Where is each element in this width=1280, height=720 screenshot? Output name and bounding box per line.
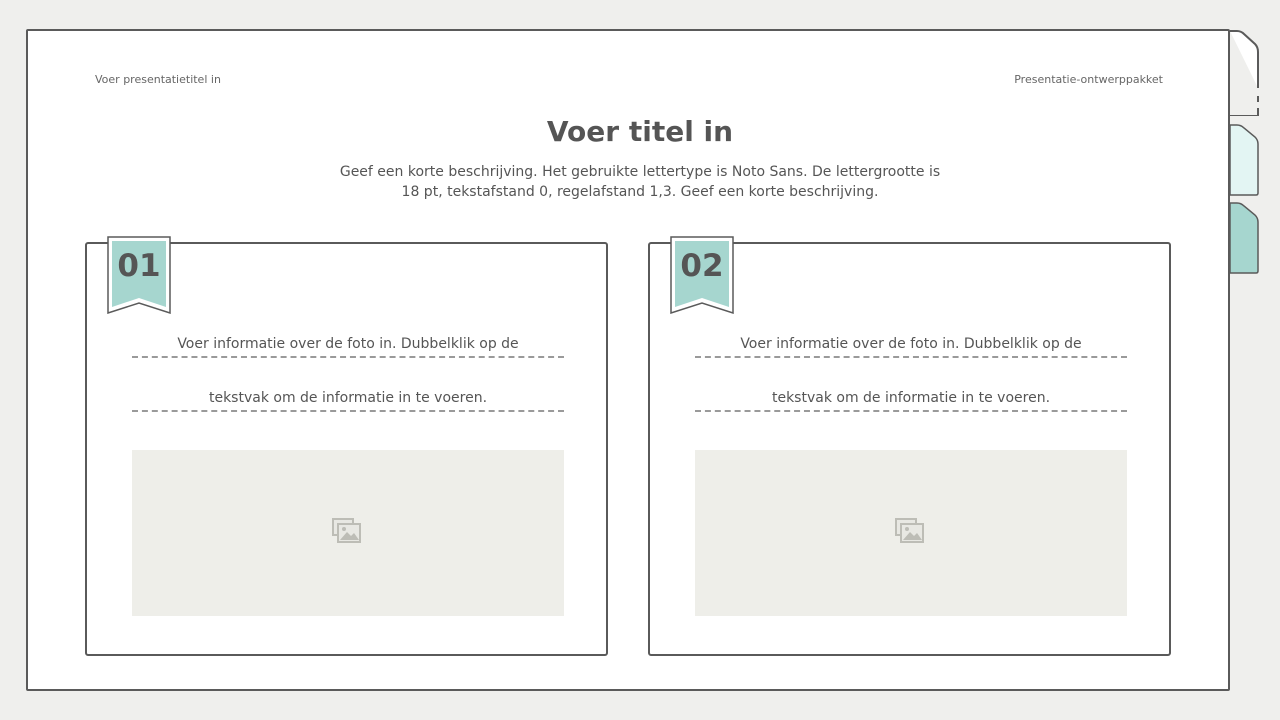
section-tab-1[interactable] bbox=[1229, 30, 1259, 116]
section-tab-3[interactable] bbox=[1229, 202, 1259, 274]
design-pack-label[interactable]: Presentatie-ontwerppakket bbox=[900, 73, 1163, 86]
content-card-1: 01 Voer informatie over de foto in. Dubb… bbox=[85, 236, 608, 656]
image-placeholder-icon bbox=[895, 518, 924, 543]
image-placeholder-icon bbox=[332, 518, 361, 543]
photo-placeholder[interactable] bbox=[695, 450, 1127, 616]
card-number: 02 bbox=[680, 248, 724, 284]
photo-info-text-line-1[interactable]: Voer informatie over de foto in. Dubbelk… bbox=[695, 334, 1127, 358]
presentation-title-label[interactable]: Voer presentatietitel in bbox=[95, 73, 221, 86]
photo-info-text-line-2[interactable]: tekstvak om de informatie in te voeren. bbox=[132, 388, 564, 412]
number-ribbon: 02 bbox=[670, 236, 734, 314]
photo-info-text-line-1[interactable]: Voer informatie over de foto in. Dubbelk… bbox=[132, 334, 564, 358]
photo-placeholder[interactable] bbox=[132, 450, 564, 616]
slide-subtitle[interactable]: Geef een korte beschrijving. Het gebruik… bbox=[330, 162, 950, 202]
content-card-2: 02 Voer informatie over de foto in. Dubb… bbox=[648, 236, 1171, 656]
card-number: 01 bbox=[117, 248, 161, 284]
photo-info-text-line-2[interactable]: tekstvak om de informatie in te voeren. bbox=[695, 388, 1127, 412]
number-ribbon: 01 bbox=[107, 236, 171, 314]
slide-title[interactable]: Voer titel in bbox=[0, 115, 1280, 148]
